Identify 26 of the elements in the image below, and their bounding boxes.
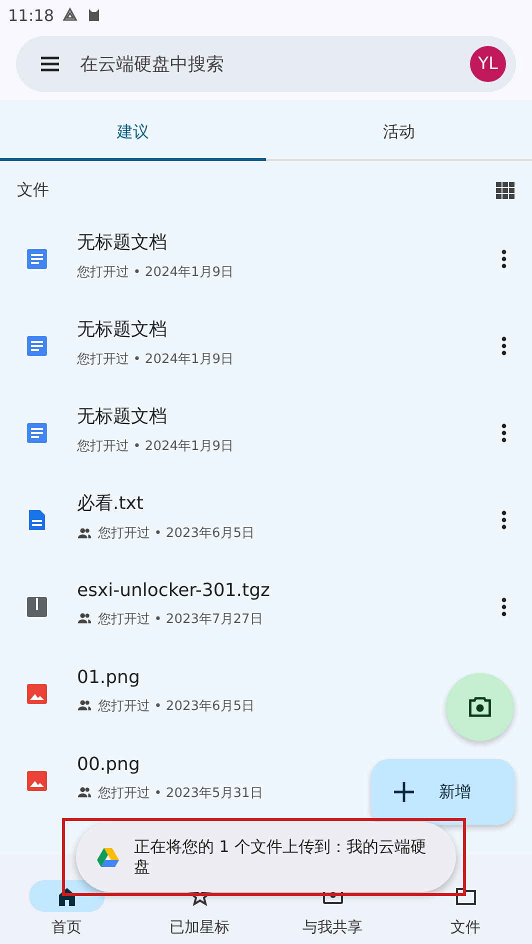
file-detail: 您打开过 • 2024年1月9日 bbox=[77, 351, 234, 368]
file-name[interactable]: 无标题文档 bbox=[77, 404, 167, 428]
new-button[interactable]: 新增 bbox=[371, 759, 515, 825]
tab[interactable]: 建议 bbox=[0, 106, 266, 161]
tab[interactable]: 活动 bbox=[266, 106, 532, 161]
toast-message: 正在将您的 1 个文件上传到：我的云端硬盘 bbox=[134, 837, 428, 877]
file-name[interactable]: 无标题文档 bbox=[77, 230, 167, 254]
nav-label[interactable]: 与我共享 bbox=[302, 918, 362, 937]
file-name[interactable]: esxi-unlocker-301.tgz bbox=[77, 580, 270, 600]
file-detail: 您打开过 • 2023年5月31日 bbox=[98, 784, 263, 802]
file-name[interactable]: 00.png bbox=[77, 754, 140, 774]
section-title: 文件 bbox=[17, 180, 49, 200]
nav-label[interactable]: 已加星标 bbox=[170, 918, 230, 937]
file-detail: 您打开过 • 2024年1月9日 bbox=[77, 264, 234, 281]
nav-label[interactable]: 文件 bbox=[450, 918, 480, 937]
status-time: 11:18 bbox=[8, 6, 54, 24]
file-detail: 您打开过 • 2023年6月5日 bbox=[98, 698, 255, 714]
file-name[interactable]: 01.png bbox=[77, 666, 140, 688]
search-field[interactable]: 在云端硬盘中搜索 YL bbox=[16, 36, 516, 92]
file-name[interactable]: 无标题文档 bbox=[77, 317, 167, 341]
file-name[interactable]: 必看.txt bbox=[77, 491, 144, 515]
file-detail: 您打开过 • 2023年6月5日 bbox=[98, 525, 255, 542]
nav-label[interactable]: 首页 bbox=[52, 918, 82, 937]
avatar[interactable]: YL bbox=[470, 46, 506, 82]
file-detail: 您打开过 • 2023年7月27日 bbox=[98, 610, 263, 628]
file-detail: 您打开过 • 2024年1月9日 bbox=[77, 438, 234, 455]
